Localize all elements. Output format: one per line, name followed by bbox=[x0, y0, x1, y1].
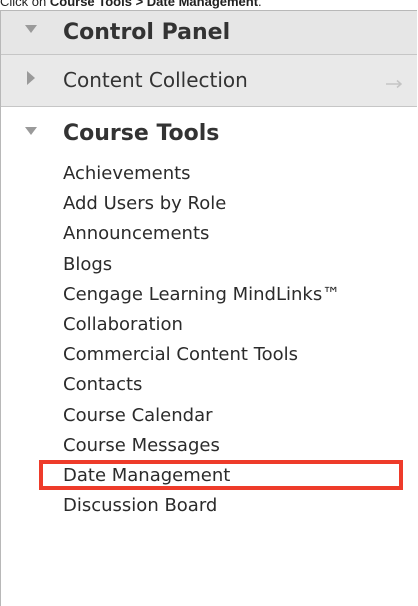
course-tools-item[interactable]: Commercial Content Tools bbox=[1, 340, 417, 370]
control-panel-header[interactable]: Control Panel bbox=[1, 11, 417, 55]
course-tools-item[interactable]: Achievements bbox=[1, 159, 417, 189]
course-tools-item[interactable]: Course Messages bbox=[1, 431, 417, 461]
course-tools-item[interactable]: Discussion Board bbox=[1, 491, 417, 521]
content-collection-header[interactable]: Content Collection bbox=[1, 55, 417, 107]
course-tools-header[interactable]: Course Tools bbox=[1, 107, 417, 159]
arrow-right-icon[interactable] bbox=[385, 79, 403, 89]
course-tools-item[interactable]: Date Management bbox=[1, 459, 417, 491]
course-tools-list: Achievements Add Users by Role Announcemen… bbox=[1, 159, 417, 521]
course-tools-item[interactable]: Add Users by Role bbox=[1, 189, 417, 219]
course-tools-item[interactable]: Cengage Learning MindLinks™ bbox=[1, 280, 417, 310]
caption-suffix: . bbox=[258, 0, 262, 9]
caption-path-start: Course Tools bbox=[49, 0, 132, 9]
course-tools-item[interactable]: Contacts bbox=[1, 370, 417, 400]
course-tools-item[interactable]: Announcements bbox=[1, 219, 417, 249]
control-panel-menu: Control Panel Content Collection Course … bbox=[0, 10, 417, 606]
instruction-caption: Click on Course Tools > Date Management. bbox=[0, 0, 262, 10]
caption-path-end: Date Management bbox=[146, 0, 259, 9]
caption-separator: > bbox=[131, 0, 147, 9]
caption-prefix: Click on bbox=[0, 0, 50, 9]
course-tools-item[interactable]: Blogs bbox=[1, 250, 417, 280]
course-tools-title: Course Tools bbox=[63, 121, 220, 146]
expand-triangle-icon[interactable] bbox=[27, 71, 35, 85]
collapse-triangle-icon[interactable] bbox=[25, 25, 37, 33]
content-collection-title: Content Collection bbox=[63, 68, 248, 92]
course-tools-section: Course Tools Achievements Add Users by Ro… bbox=[1, 107, 417, 522]
course-tools-item[interactable]: Collaboration bbox=[1, 310, 417, 340]
collapse-triangle-icon[interactable] bbox=[25, 127, 37, 135]
control-panel-title: Control Panel bbox=[63, 20, 231, 45]
course-tools-item[interactable]: Course Calendar bbox=[1, 401, 417, 431]
